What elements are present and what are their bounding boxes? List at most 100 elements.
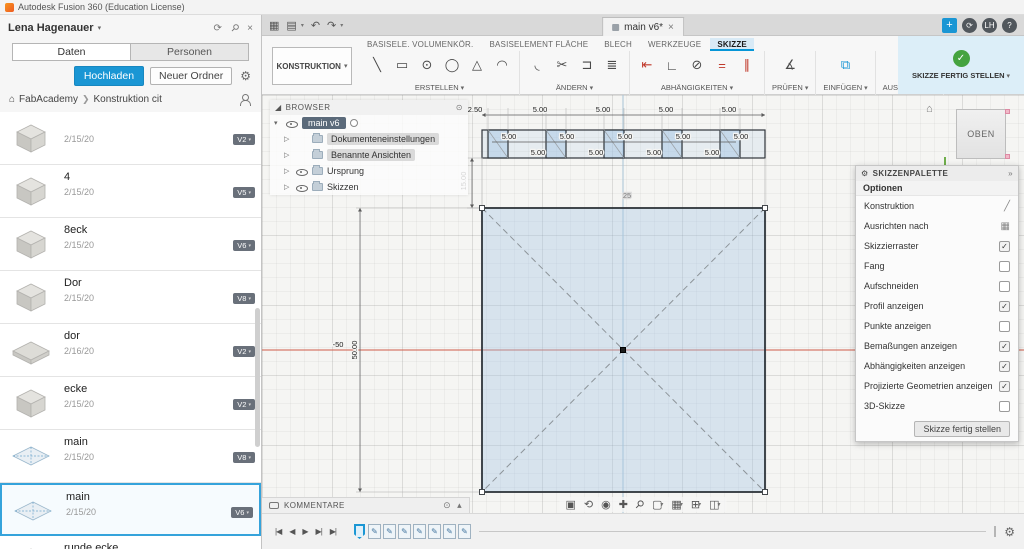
viewcube-home-icon[interactable]: ⌂ xyxy=(926,103,933,115)
dimension-label[interactable]: 5.00 xyxy=(587,147,604,159)
list-item[interactable]: 4 2/15/20 V5 ▾ xyxy=(0,165,261,218)
fang-checkbox[interactable] xyxy=(999,260,1010,272)
timeline-feature-sketch-2[interactable]: ✎ xyxy=(383,524,397,539)
circle-icon[interactable]: ◯ xyxy=(442,55,462,75)
equal-icon[interactable]: = xyxy=(712,55,732,75)
ribbon-tab-werkzeuge[interactable]: WERKZEUGE xyxy=(641,38,708,51)
refresh-icon[interactable]: ⟳ xyxy=(213,23,221,34)
dimension-label[interactable]: -50 xyxy=(331,339,344,351)
redo-icon[interactable]: ↷ xyxy=(327,19,336,32)
tab-personen[interactable]: Personen xyxy=(131,43,249,61)
profil-anzeigen-checkbox[interactable]: ✓ xyxy=(999,300,1010,312)
viewcube-edge-handle[interactable] xyxy=(1005,109,1010,114)
version-badge[interactable]: V6 ▾ xyxy=(231,507,253,518)
timeline-step-forward-button[interactable]: ▶| xyxy=(312,527,326,536)
timeline-feature-sketch-5[interactable]: ✎ xyxy=(428,524,442,539)
punkte-anzeigen-checkbox[interactable] xyxy=(999,320,1010,332)
timeline-feature-sketch-6[interactable]: ✎ xyxy=(443,524,457,539)
help-icon[interactable]: ? xyxy=(1002,17,1017,33)
user-name[interactable]: Lena Hagenauer xyxy=(8,22,94,34)
profile-avatar[interactable]: LH xyxy=(982,17,997,33)
tree-collapse-icon[interactable]: ▷ xyxy=(284,135,292,143)
panel-settings-gear-icon[interactable]: ⚙ xyxy=(240,69,251,83)
dimension-label[interactable]: 5.00 xyxy=(645,147,662,159)
tree-collapse-icon[interactable]: ▷ xyxy=(284,167,292,175)
extend-icon[interactable]: ⊐ xyxy=(577,55,597,75)
timeline-track[interactable] xyxy=(479,531,987,532)
tree-collapse-icon[interactable]: ▷ xyxy=(284,183,292,191)
browser-node-dokumenteneinstellungen[interactable]: ▷ Dokumenteneinstellungen xyxy=(270,131,468,147)
browser-options-icon[interactable]: ⊙ xyxy=(456,103,463,112)
arc-icon[interactable]: ◠ xyxy=(492,55,512,75)
version-badge[interactable]: V2 ▾ xyxy=(233,346,255,357)
ribbon-group-label-ändern[interactable]: ÄNDERN ▾ xyxy=(556,83,593,92)
list-item[interactable]: main 2/15/20 V8 ▾ xyxy=(0,430,261,483)
visibility-eye-icon[interactable] xyxy=(296,166,308,177)
breadcrumb-current[interactable]: Konstruktion cit xyxy=(94,94,162,105)
dimension-label[interactable]: 5.00 xyxy=(558,131,575,143)
viewcube-edge-handle[interactable] xyxy=(1005,154,1010,159)
dimension-label[interactable]: 5.00 xyxy=(703,147,720,159)
horizontal-vertical-icon[interactable]: ∟ xyxy=(662,55,682,75)
browser-root-row[interactable]: ▾ main v6 xyxy=(270,115,468,131)
line-icon[interactable]: ╲ xyxy=(367,55,387,75)
dimension-label[interactable]: 25 xyxy=(622,190,633,202)
aufschneiden-checkbox[interactable] xyxy=(999,280,1010,292)
list-item[interactable]: Dor 2/15/20 V8 ▾ xyxy=(0,271,261,324)
dimension-label[interactable]: 5.00 xyxy=(732,131,749,143)
pan-icon[interactable]: ✚ xyxy=(619,498,628,511)
konstruktion-icon[interactable]: ╱ xyxy=(1004,201,1010,212)
search-icon[interactable]: ⚲ xyxy=(228,22,241,35)
comments-bar[interactable]: KOMMENTARE ⊙ ▴ xyxy=(262,497,470,513)
list-item[interactable]: ecke 2/15/20 V2 ▾ xyxy=(0,377,261,430)
browser-root-label[interactable]: main v6 xyxy=(302,117,346,129)
new-folder-button[interactable]: Neuer Ordner xyxy=(150,66,233,85)
abhängigkeiten-anzeigen-checkbox[interactable]: ✓ xyxy=(999,360,1010,372)
tangent-icon[interactable]: ⊘ xyxy=(687,55,707,75)
ribbon-tab-basiselement-fläche[interactable]: BASISELEMENT FLÄCHE xyxy=(482,38,595,51)
comment-expand-icon[interactable]: ▴ xyxy=(457,500,462,511)
version-badge[interactable]: V8 ▾ xyxy=(233,293,255,304)
timeline-go-start-button[interactable]: |◀ xyxy=(271,527,285,536)
dimension-label[interactable]: 5.00 xyxy=(674,131,691,143)
viewports-icon[interactable]: ◫ ▾ xyxy=(709,498,720,511)
timeline-feature-sketch-1[interactable]: ✎ xyxy=(368,524,382,539)
browser-node-ursprung[interactable]: ▷ Ursprung xyxy=(270,163,468,179)
timeline-position-marker[interactable] xyxy=(354,524,366,539)
timeline-feature-sketch-7[interactable]: ✎ xyxy=(458,524,472,539)
insert-icon[interactable]: ⧉ xyxy=(836,55,856,75)
close-panel-icon[interactable]: × xyxy=(247,23,253,34)
ribbon-group-label-prüfen[interactable]: PRÜFEN ▾ xyxy=(772,83,808,92)
add-tab-button[interactable]: + xyxy=(942,17,957,33)
activate-radio[interactable] xyxy=(349,119,358,127)
bemaßungen-anzeigen-checkbox[interactable]: ✓ xyxy=(999,340,1010,352)
browser-header[interactable]: ◢ BROWSER ⊙ xyxy=(270,100,468,115)
fillet-icon[interactable]: ◟ xyxy=(527,55,547,75)
visibility-eye-icon[interactable] xyxy=(286,118,298,129)
dimension-label[interactable]: 50.00 xyxy=(349,339,361,360)
projizierte-geometrien-anzeigen-checkbox[interactable]: ✓ xyxy=(999,380,1010,392)
model-canvas[interactable]: 2.50 5.00 5.00 5.00 5.00 5.00 5.00 5.00 5.00 5.00… xyxy=(262,95,1024,513)
timeline-feature-sketch-4[interactable]: ✎ xyxy=(413,524,427,539)
dimension-label[interactable]: 5.00 xyxy=(531,104,548,116)
grid-settings-icon[interactable]: ⊞ ▾ xyxy=(691,498,701,511)
list-item[interactable]: main 2/15/20 V6 ▾ xyxy=(0,483,261,536)
viewcube[interactable]: ⌂ OBEN xyxy=(926,101,1012,167)
list-scrollbar[interactable] xyxy=(255,112,260,547)
ausrichten-nach-icon[interactable]: ▦ xyxy=(1001,221,1010,232)
upload-button[interactable]: Hochladen xyxy=(73,65,145,86)
display-bar-icon[interactable]: ▣ xyxy=(565,498,575,511)
look-at-icon[interactable]: ◉ xyxy=(601,498,611,511)
version-badge[interactable]: V8 ▾ xyxy=(233,452,255,463)
measure-icon[interactable]: ∡ xyxy=(780,55,800,75)
list-item[interactable]: dor 2/16/20 V2 ▾ xyxy=(0,324,261,377)
fit-icon[interactable]: ▢ ▾ xyxy=(652,498,663,511)
timeline-step-back-button[interactable]: ◀ xyxy=(285,527,298,536)
display-settings-icon[interactable]: ▦ ▾ xyxy=(671,498,682,511)
palette-header[interactable]: ⚙ SKIZZENPALETTE » xyxy=(856,166,1018,181)
dimension-label[interactable]: 5.00 xyxy=(500,131,517,143)
tree-expand-icon[interactable]: ▾ xyxy=(274,119,282,127)
share-people-icon[interactable] xyxy=(239,94,252,106)
timeline-feature-sketch-3[interactable]: ✎ xyxy=(398,524,412,539)
dimension-label[interactable]: 5.00 xyxy=(720,104,737,116)
